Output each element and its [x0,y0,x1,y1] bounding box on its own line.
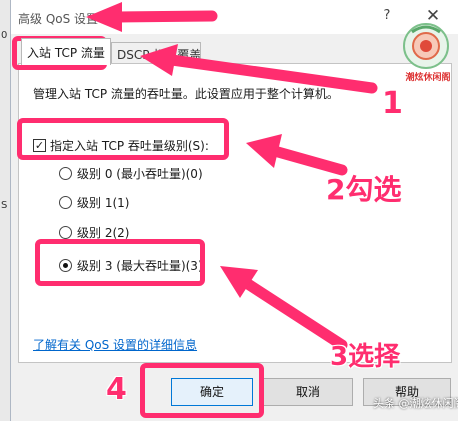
radio-level-2[interactable]: 级别 2(2) [59,223,129,241]
annotation-step-1: 1 [382,86,403,121]
background-window-strip: 0 S [0,0,10,421]
radio-label: 级别 3 (最大吞吐量)(3) [77,258,203,273]
annotation-step-2: 2勾选 [326,173,402,206]
background-text: 0 [1,30,8,41]
radio-level-3[interactable]: 级别 3 (最大吞吐量)(3) [59,256,203,274]
qos-info-link[interactable]: 了解有关 QoS 设置的详细信息 [33,336,197,353]
cancel-button[interactable]: 取消 [263,378,353,406]
radio-checked-icon[interactable] [59,258,72,272]
checkbox-checked-icon[interactable]: ✓ [33,138,46,152]
throughput-checkbox-row[interactable]: ✓ 指定入站 TCP 吞吐量级别(S): [33,136,209,154]
radio-unchecked-icon[interactable] [59,225,72,239]
radio-label: 级别 1(1) [77,195,130,210]
radio-level-0[interactable]: 级别 0 (最小吞吐量)(0) [59,164,203,182]
annotation-step-3: 3选择 [330,342,401,372]
annotation-step-4: 4 [106,372,127,407]
panel-description: 管理入站 TCP 流量的吞吐量。此设置应用于整个计算机。 [33,87,339,101]
logo-text: 潮炫休闲阁 [405,73,451,83]
watermark: 头条 @潮炫休闲阁 [373,397,458,410]
title-bar: 高级 QoS 设置 ? ✕ [11,0,458,34]
tab-dscp-override[interactable]: DSCP 标记覆盖 [111,42,201,64]
tab-inbound-tcp[interactable]: 入站 TCP 流量 [21,38,111,65]
ok-button[interactable]: 确定 [171,378,253,406]
tab-strip: 入站 TCP 流量 DSCP 标记覆盖 [11,34,458,65]
radio-unchecked-icon[interactable] [59,166,72,180]
radio-label: 级别 2(2) [77,225,130,240]
help-icon[interactable]: ? [379,8,395,26]
background-text: S [1,200,8,211]
checkbox-label: 指定入站 TCP 吞吐量级别(S): [50,138,209,153]
radio-level-1[interactable]: 级别 1(1) [59,193,129,211]
window-title: 高级 QoS 设置 [18,12,99,26]
radio-label: 级别 0 (最小吞吐量)(0) [77,166,203,181]
radio-unchecked-icon[interactable] [59,195,72,209]
